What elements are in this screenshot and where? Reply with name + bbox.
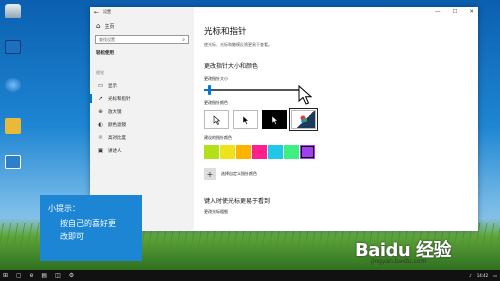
window-controls: — ☐ ✕ [435,9,474,15]
add-custom-color-button[interactable]: + [204,168,216,180]
suggested-color-swatch[interactable] [220,145,235,159]
pointer-color-label: 更改指针颜色 [204,100,228,105]
this-pc-icon[interactable] [2,40,24,54]
folder-icon[interactable] [2,118,24,134]
sidebar-item-high-contrast[interactable]: ☼ 高对比度 [90,131,194,144]
suggested-color-swatch[interactable] [204,145,219,159]
tip-box: 小提示： 按自己的喜好更 改即可 [40,195,142,261]
sidebar-item-narrator[interactable]: ▣ 讲述人 [90,144,194,157]
edge-icon[interactable]: e [30,272,34,279]
sidebar-item-display[interactable]: ▭ 显示 [90,79,194,92]
pointer-color-options [204,108,468,131]
tip-body-line1: 按自己的喜好更 [60,219,116,228]
baidu-watermark-url: jingyan.baidu.com [371,258,427,265]
task-view-icon[interactable]: ▢ [16,272,22,279]
home-icon: ⌂ [96,22,101,30]
slider-thumb[interactable] [207,85,211,95]
custom-color-label: 选择自定义指针颜色 [221,171,257,176]
settings-window: ← 设置 ⌂ 主页 查找设置 ⌕ 轻松使用 视觉 ▭ 显示 ➚ 光标和指针 ⊕ … [90,7,478,231]
tip-title: 小提示： [48,204,80,213]
large-pointer-preview-icon [298,85,312,105]
pointer-color-inverted-option[interactable] [262,110,287,129]
sidebar-item-label: 光标和指针 [108,96,131,102]
settings-content: — ☐ ✕ 光标和指针 使光标、光标和触摸反馈更易于查看。 更改指针大小和颜色 … [194,7,478,231]
pointer-size-label: 更改指针大小 [204,76,228,81]
search-placeholder: 查找设置 [99,36,115,42]
section-pointer-size-color: 更改指针大小和颜色 [204,63,259,70]
page-description: 使光标、光标和触摸反馈更易于查看。 [204,42,272,47]
taskbar: ⊞ ▢ e ▤ ◫ ⚙ ♪ 14:42 ▭ [0,270,500,281]
sidebar-item-label: 讲述人 [108,148,122,154]
suggested-color-swatch[interactable] [300,145,315,159]
sidebar-item-label: 显示 [108,83,117,89]
sidebar-category-vision: 视觉 [96,70,104,75]
pointer-color-black-option[interactable] [233,110,258,129]
pointer-color-white-option[interactable] [204,110,229,129]
home-nav-item[interactable]: ⌂ 主页 [90,17,194,32]
sidebar-item-cursor-pointer[interactable]: ➚ 光标和指针 [90,92,194,105]
window-titlebar: ← 设置 [90,7,194,17]
cursor-thickness-label: 更改光标粗细 [204,209,228,214]
close-icon[interactable]: ✕ [469,9,474,15]
suggested-color-swatch[interactable] [252,145,267,159]
sidebar-item-label: 高对比度 [108,135,126,141]
window-title: 设置 [103,9,112,14]
maximize-icon[interactable]: ☐ [452,9,457,15]
pointer-color-custom-option[interactable] [289,108,318,131]
minimize-icon[interactable]: — [435,9,441,15]
suggested-colors-row [204,145,468,159]
slider-track [204,89,301,91]
sidebar-item-label: 颜色滤镜 [108,122,126,128]
home-label: 主页 [104,23,115,30]
volume-icon[interactable]: ♪ [469,273,472,278]
suggested-colors-label: 建议的指针颜色 [204,135,232,140]
section-cursor-visibility: 键入时使光标更易于看到 [204,198,271,205]
custom-color-row[interactable]: + 选择自定义指针颜色 [204,168,468,180]
start-icon[interactable]: ⊞ [3,272,8,279]
magnifier-icon: ⊕ [98,108,103,115]
sidebar-item-magnifier[interactable]: ⊕ 放大镜 [90,105,194,118]
sidebar-item-color-filters[interactable]: ◐ 颜色滤镜 [90,118,194,131]
pointer-size-slider[interactable] [204,85,301,95]
settings-gear-icon[interactable]: ⚙ [69,272,74,279]
suggested-color-swatch[interactable] [236,145,251,159]
sidebar-section-title: 轻松使用 [96,51,114,56]
sidebar-item-label: 放大镜 [108,109,122,115]
system-tray: ♪ 14:42 ▭ [469,273,497,278]
clock[interactable]: 14:42 [477,273,489,278]
tip-body-line2: 改即可 [60,232,84,241]
cursor-icon: ➚ [98,95,103,102]
display-icon: ▭ [97,82,104,89]
store-icon[interactable]: ◫ [55,272,61,279]
suggested-color-swatch[interactable] [284,145,299,159]
search-icon: ⌕ [182,36,185,43]
explorer-icon[interactable]: ▤ [41,272,47,279]
back-arrow-icon[interactable]: ← [94,9,99,16]
color-filter-icon: ◐ [98,121,103,128]
settings-search-input[interactable]: 查找设置 ⌕ [95,35,189,44]
narrator-icon: ▣ [97,147,104,154]
recycle-bin-icon[interactable] [2,4,24,18]
network-icon[interactable] [2,78,24,92]
page-title: 光标和指针 [204,27,247,37]
notification-icon[interactable]: ▭ [493,273,497,278]
suggested-color-swatch[interactable] [268,145,283,159]
contrast-icon: ☼ [98,134,103,141]
control-panel-icon[interactable] [2,155,24,169]
